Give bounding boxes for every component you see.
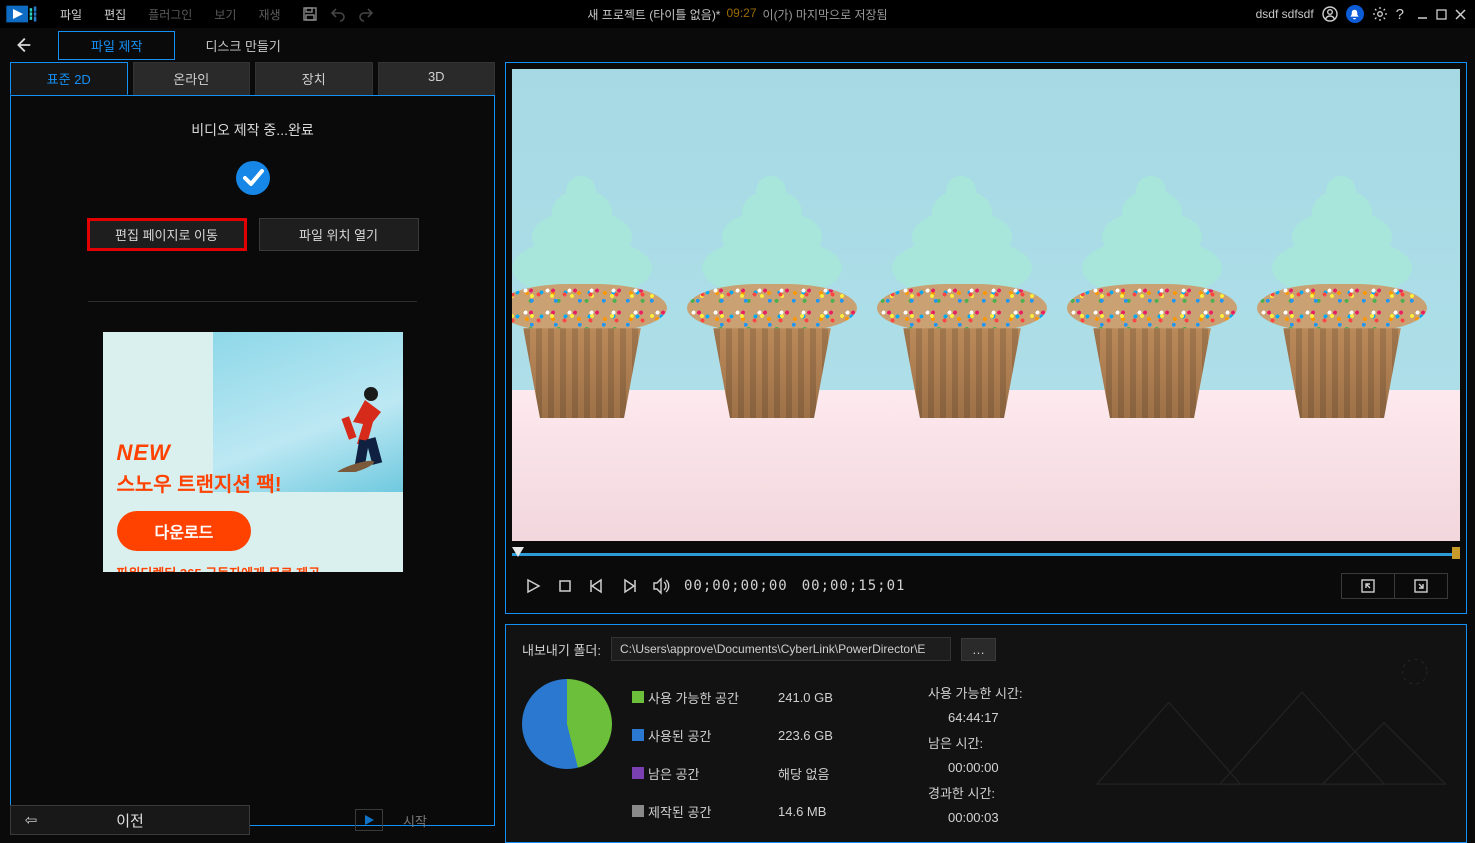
open-file-location-button[interactable]: 파일 위치 열기 — [259, 218, 419, 251]
disk-usage-pie — [522, 679, 612, 769]
produce-file-button[interactable]: 파일 제작 — [58, 31, 175, 60]
promo-subtext: 파워디렉터 365 구독자에게 무료 제공 — [117, 563, 321, 572]
clip-end-marker[interactable] — [1452, 547, 1460, 559]
go-to-edit-button[interactable]: 편집 페이지로 이동 — [87, 218, 247, 251]
divider — [88, 301, 418, 302]
time-available-label: 사용 가능한 시간: — [928, 683, 1023, 702]
browse-button[interactable]: … — [961, 638, 996, 661]
video-preview[interactable] — [512, 69, 1460, 541]
user-avatar-icon[interactable] — [1322, 6, 1338, 22]
disk-legend: 사용 가능한 공간241.0 GB 사용된 공간223.6 GB 남은 공간해당… — [632, 683, 868, 825]
legend-produced-value: 14.6 MB — [778, 804, 868, 819]
legend-used-label: 사용된 공간 — [648, 726, 778, 745]
close-icon[interactable] — [1454, 8, 1467, 21]
menu-view: 보기 — [204, 2, 246, 27]
prev-frame-icon[interactable] — [588, 577, 606, 595]
swatch-remaining — [632, 767, 644, 779]
legend-remaining-value: 해당 없음 — [778, 764, 868, 783]
playhead-icon[interactable] — [512, 547, 524, 557]
legend-remaining-label: 남은 공간 — [648, 764, 778, 783]
success-check-icon — [235, 160, 271, 196]
promo-title: 스노우 트랜지션 팩! — [117, 468, 321, 497]
legend-available-label: 사용 가능한 공간 — [648, 688, 778, 707]
tab-online[interactable]: 온라인 — [133, 62, 251, 95]
create-disc-button[interactable]: 디스크 만들기 — [195, 32, 290, 59]
tab-device[interactable]: 장치 — [255, 62, 373, 95]
help-icon[interactable]: ? — [1396, 6, 1404, 23]
playback-controls: 00;00;00;00 00;00;15;01 — [512, 563, 1460, 607]
settings-icon[interactable] — [1372, 6, 1388, 22]
start-button[interactable]: 시작 — [335, 805, 495, 835]
project-name: 새 프로젝트 (타이틀 없음)* — [587, 6, 720, 23]
popout-icon[interactable] — [1394, 573, 1448, 599]
dock-undock-icon[interactable] — [1341, 573, 1394, 599]
main-menu: 파일 편집 플러그인 보기 재생 — [50, 2, 291, 27]
menu-file[interactable]: 파일 — [50, 2, 92, 27]
promo-skater-icon — [323, 382, 393, 472]
menu-play: 재생 — [248, 2, 290, 27]
play-icon[interactable] — [524, 577, 542, 595]
app-logo[interactable] — [6, 4, 40, 24]
user-name[interactable]: dsdf sdfsdf — [1256, 7, 1314, 21]
start-label: 시작 — [403, 811, 427, 830]
save-icon[interactable] — [301, 5, 319, 23]
menu-bar: 파일 편집 플러그인 보기 재생 새 프로젝트 (타이틀 없음)* 09:27 … — [0, 0, 1475, 28]
menu-plugin: 플러그인 — [138, 2, 202, 27]
project-title: 새 프로젝트 (타이틀 없음)* 09:27 이(가) 마지막으로 저장됨 — [587, 6, 887, 23]
produce-status-text: 비디오 제작 중...완료 — [41, 120, 464, 140]
redo-icon — [357, 5, 375, 23]
maximize-icon[interactable] — [1435, 8, 1448, 21]
time-elapsed-value: 00:00:03 — [948, 810, 1023, 825]
start-play-icon — [355, 809, 383, 831]
swatch-produced — [632, 805, 644, 817]
promo-new-label: NEW — [117, 440, 321, 466]
legend-available-value: 241.0 GB — [778, 690, 868, 705]
promo-download-button[interactable]: 다운로드 — [117, 511, 252, 551]
preview-area: 00;00;00;00 00;00;15;01 — [505, 62, 1467, 614]
legend-used-value: 223.6 GB — [778, 728, 868, 743]
produce-panel: 비디오 제작 중...완료 편집 페이지로 이동 파일 위치 열기 NEW 스노… — [10, 95, 495, 826]
timecode-total: 00;00;15;01 — [802, 578, 906, 594]
legend-produced-label: 제작된 공간 — [648, 802, 778, 821]
volume-icon[interactable] — [652, 577, 670, 595]
tab-3d[interactable]: 3D — [378, 62, 496, 95]
timeline-slider[interactable] — [512, 545, 1460, 563]
swatch-available — [632, 691, 644, 703]
mode-bar: 파일 제작 디스크 만들기 — [0, 28, 1475, 62]
previous-label: 이전 — [51, 810, 249, 831]
time-available-value: 64:44:17 — [948, 710, 1023, 725]
export-path-field[interactable]: C:\Users\approve\Documents\CyberLink\Pow… — [611, 637, 951, 661]
promo-banner[interactable]: NEW 스노우 트랜지션 팩! 다운로드 파워디렉터 365 구독자에게 무료 … — [103, 332, 403, 572]
tab-standard-2d[interactable]: 표준 2D — [10, 62, 128, 95]
swatch-used — [632, 729, 644, 741]
time-info: 사용 가능한 시간: 64:44:17 남은 시간: 00:00:00 경과한 … — [928, 683, 1023, 825]
menu-edit[interactable]: 편집 — [94, 2, 136, 27]
timecode-current[interactable]: 00;00;00;00 — [684, 578, 788, 594]
notification-icon[interactable] — [1346, 5, 1364, 23]
project-saved-time: 09:27 — [726, 6, 756, 23]
time-remaining-value: 00:00:00 — [948, 760, 1023, 775]
time-elapsed-label: 경과한 시간: — [928, 783, 1023, 802]
next-frame-icon[interactable] — [620, 577, 638, 595]
minimize-icon[interactable] — [1416, 8, 1429, 21]
undo-icon — [329, 5, 347, 23]
time-remaining-label: 남은 시간: — [928, 733, 1023, 752]
left-arrow-icon: ⇦ — [11, 811, 51, 829]
previous-button[interactable]: ⇦ 이전 — [10, 805, 250, 835]
output-tabs: 표준 2D 온라인 장치 3D — [10, 62, 495, 95]
project-saved-suffix: 이(가) 마지막으로 저장됨 — [763, 6, 888, 23]
export-panel: 내보내기 폴더: C:\Users\approve\Documents\Cybe… — [505, 624, 1467, 843]
back-icon[interactable] — [12, 34, 38, 56]
stop-icon[interactable] — [556, 577, 574, 595]
export-folder-label: 내보내기 폴더: — [522, 640, 601, 659]
